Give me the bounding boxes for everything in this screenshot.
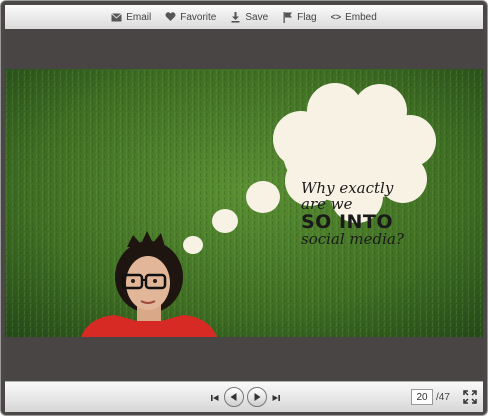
email-label: Email	[126, 11, 152, 23]
top-toolbar: Email Favorite Save Flag <> Embed	[5, 5, 483, 30]
slide-caption: Why exactly are we SO INTO social media?	[301, 180, 421, 249]
skip-back-icon[interactable]	[210, 391, 220, 403]
playback-controls: /47	[5, 381, 483, 412]
favorite-button[interactable]: Favorite	[165, 12, 216, 23]
embed-button[interactable]: <> Embed	[331, 12, 377, 23]
slide-stage: Why exactly are we SO INTO social media?	[5, 29, 483, 379]
caption-line-4: social media?	[301, 230, 404, 249]
flag-button[interactable]: Flag	[282, 11, 317, 23]
next-button[interactable]	[247, 387, 267, 407]
embed-label: Embed	[345, 11, 377, 23]
previous-button[interactable]	[224, 387, 244, 407]
caption-line-3: SO INTO	[301, 210, 394, 233]
next-icon	[254, 393, 261, 401]
save-label: Save	[245, 11, 269, 23]
page-number-input[interactable]	[411, 389, 433, 405]
save-button[interactable]: Save	[230, 11, 269, 23]
slide-image[interactable]: Why exactly are we SO INTO social media?	[5, 69, 483, 337]
download-icon	[230, 11, 241, 23]
envelope-icon	[111, 12, 123, 23]
page-total: /47	[436, 392, 450, 403]
email-button[interactable]: Email	[111, 12, 151, 23]
code-icon: <>	[330, 12, 342, 22]
previous-icon	[230, 393, 237, 401]
flag-icon	[282, 11, 293, 23]
favorite-label: Favorite	[180, 11, 217, 23]
flag-label: Flag	[297, 11, 317, 23]
slideshow-player: Email Favorite Save Flag <> Embed Why ex…	[0, 0, 488, 416]
heart-icon	[165, 12, 176, 23]
skip-forward-icon[interactable]	[271, 391, 281, 403]
fullscreen-icon[interactable]	[463, 390, 477, 404]
